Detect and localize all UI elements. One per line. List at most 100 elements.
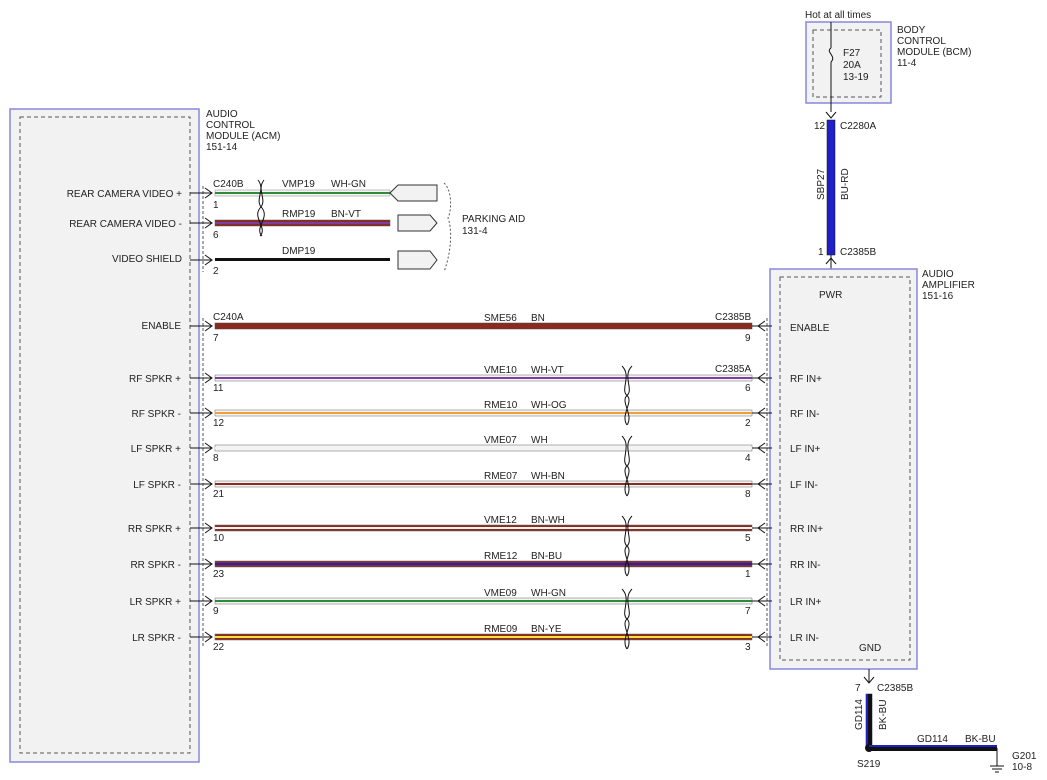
wire-stripe	[215, 636, 752, 638]
speaker-row: LF SPKR - 21 RME07 WH-BN 8 LF IN-	[133, 471, 818, 500]
brace-icon	[443, 182, 452, 273]
connector-c2385b: C2385B	[715, 312, 751, 323]
ground-h-circuit: GD114	[917, 734, 948, 745]
video-label: REAR CAMERA VIDEO +	[67, 189, 182, 200]
bcm-title-2: CONTROL	[897, 36, 946, 47]
speaker-amp-label: RR IN+	[790, 524, 823, 535]
power-pin-bottom: 1	[818, 247, 824, 258]
speaker-amp-label: LF IN+	[790, 444, 820, 455]
wire-stripe	[215, 600, 752, 602]
speaker-label: LF SPKR -	[133, 480, 181, 491]
speaker-pin-right: 3	[745, 642, 751, 653]
bcm-title-4: 11-4	[897, 58, 917, 69]
amp-title-1: AUDIO	[922, 269, 954, 280]
connector-c2385b-pwr: C2385B	[840, 247, 876, 258]
ground-wire: 7 C2385B GD114 BK-BU S219 GD114 BK-BU G2…	[854, 669, 1037, 773]
parking-aid-label-1: PARKING AID	[462, 214, 525, 225]
speaker-circuit: RME10	[484, 400, 518, 411]
speaker-pin-right: 4	[745, 453, 751, 464]
speaker-label: LR SPKR -	[132, 633, 181, 644]
twists	[621, 365, 633, 650]
speaker-color: WH	[531, 435, 548, 446]
speaker-circuit: VME12	[484, 515, 517, 526]
enable-pin-right: 9	[745, 333, 751, 344]
connector-arrow-icon	[397, 250, 438, 270]
bcm-title-3: MODULE (BCM)	[897, 47, 971, 58]
speaker-color: WH-OG	[531, 400, 567, 411]
video-circuit: VMP19	[282, 179, 315, 190]
speaker-color: WH-VT	[531, 365, 564, 376]
connector-arrow-icon	[389, 184, 438, 202]
speaker-amp-label: RF IN+	[790, 374, 822, 385]
speaker-row: LR SPKR + 9 VME09 WH-GN 7 LR IN+	[130, 588, 822, 617]
speaker-rows: RF SPKR +11VME10 WH-VT6RF IN+RF SPKR -12R…	[128, 365, 823, 653]
wire-stripe	[215, 447, 752, 449]
speaker-pin-left: 12	[213, 418, 225, 429]
speaker-pin-left: 22	[213, 642, 225, 653]
speaker-pin-right: 5	[745, 533, 751, 544]
wire-stripe	[215, 483, 752, 485]
speaker-pin-left: 11	[213, 383, 224, 394]
speaker-circuit: RME12	[484, 551, 518, 562]
bcm-title-1: BODY	[897, 25, 926, 36]
amp-gnd-label: GND	[859, 643, 881, 654]
speaker-pin-left: 10	[213, 533, 225, 544]
video-color: WH-GN	[331, 179, 366, 190]
enable-pin-left: 7	[213, 333, 219, 344]
speaker-label: RF SPKR +	[129, 374, 181, 385]
acm-title-3: MODULE (ACM)	[206, 131, 280, 142]
connector-c2385a: C2385A	[715, 364, 751, 375]
video-pin: 1	[213, 200, 219, 211]
connector-c2280a: C2280A	[840, 121, 876, 132]
wire-stripe	[215, 412, 752, 414]
connector-arrow-icon	[397, 214, 438, 232]
power-circuit: SBP27	[816, 168, 827, 200]
speaker-color: BN-WH	[531, 515, 565, 526]
speaker-pin-left: 9	[213, 606, 219, 617]
speaker-color: WH-BN	[531, 471, 565, 482]
power-pin-top: 12	[814, 121, 826, 132]
fuse-rating: 20A	[843, 60, 861, 71]
enable-circuit: SME56	[484, 313, 517, 324]
speaker-circuit: VME09	[484, 588, 517, 599]
wire-stripe	[215, 377, 752, 379]
speaker-circuit: VME07	[484, 435, 517, 446]
enable-color: BN	[531, 313, 545, 324]
speaker-amp-label: LR IN+	[790, 597, 822, 608]
ground-ref: 10-8	[1012, 762, 1032, 773]
acm-module: AUDIO CONTROL MODULE (ACM) 151-14	[9, 108, 280, 763]
speaker-pin-left: 21	[213, 489, 225, 500]
fuse-ref: 13-19	[843, 72, 869, 83]
ground-pin-top: 7	[855, 683, 861, 694]
speaker-row: RF SPKR - 12 RME10 WH-OG 2 RF IN-	[132, 400, 820, 429]
video-label: VIDEO SHIELD	[112, 254, 182, 265]
speaker-row: LF SPKR + 8 VME07 WH 4 LF IN+	[131, 435, 821, 464]
speaker-color: BN-YE	[531, 624, 562, 635]
speaker-row: RR SPKR + 10 VME12 BN-WH 5 RR IN+	[128, 515, 823, 544]
acm-title-4: 151-14	[206, 142, 238, 153]
speaker-color: BN-BU	[531, 551, 562, 562]
video-pin: 2	[213, 266, 219, 277]
amp-pwr-label: PWR	[819, 290, 842, 301]
connector-c240a: C240A	[213, 312, 244, 323]
speaker-pin-left: 23	[213, 569, 225, 580]
parking-aid-label-2: 131-4	[462, 226, 488, 237]
speaker-label: RR SPKR +	[128, 524, 181, 535]
speaker-color: WH-GN	[531, 588, 566, 599]
speaker-circuit: RME07	[484, 471, 518, 482]
enable-label: ENABLE	[142, 321, 182, 332]
video-color: BN-VT	[331, 209, 361, 220]
video-circuit: RMP19	[282, 209, 316, 220]
speaker-label: RR SPKR -	[130, 560, 181, 571]
connector-c2385b-gnd: C2385B	[877, 683, 913, 694]
splice-label: S219	[857, 759, 881, 770]
video-pin: 6	[213, 230, 219, 241]
ground-h-color: BK-BU	[965, 734, 996, 745]
acm-title-1: AUDIO	[206, 109, 238, 120]
power-color: BU-RD	[840, 168, 851, 200]
wire-stripe	[215, 563, 752, 565]
enable-amp-label: ENABLE	[790, 323, 830, 334]
connector-c240b: C240B	[213, 179, 244, 190]
speaker-label: LR SPKR +	[130, 597, 182, 608]
speaker-row: LR SPKR - 22 RME09 BN-YE 3 LR IN-	[132, 624, 819, 653]
